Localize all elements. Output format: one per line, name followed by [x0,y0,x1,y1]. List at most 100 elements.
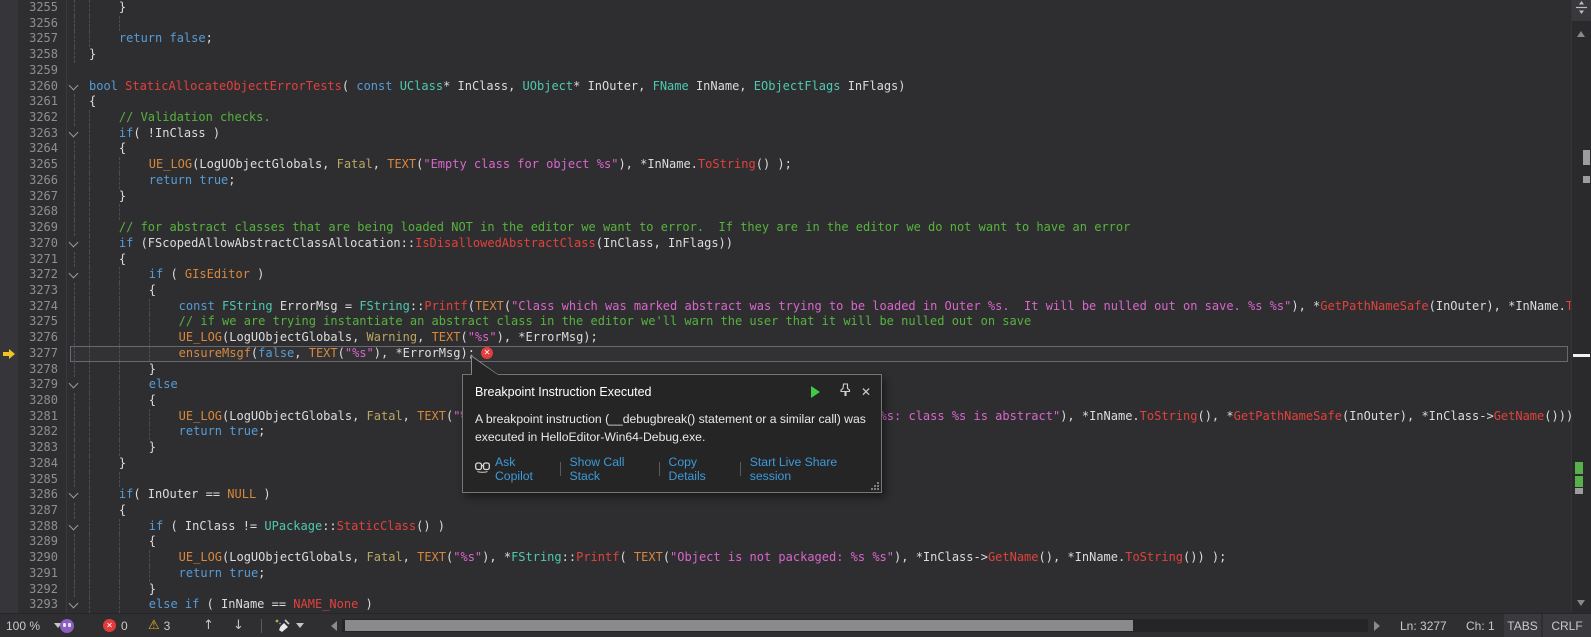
code-line-3265[interactable]: 3265UE_LOG(LogUObjectGlobals, Fatal, TEX… [0,157,1591,173]
code-line-3263[interactable]: 3263if( !InClass ) [0,126,1591,142]
pin-icon[interactable] [840,383,851,401]
split-editor-handle[interactable] [1572,0,1591,21]
code-line-3258[interactable]: 3258} [0,47,1591,63]
breakpoint-margin[interactable] [0,189,18,205]
code-line-3272[interactable]: 3272if ( GIsEditor ) [0,267,1591,283]
breakpoint-margin[interactable] [0,566,18,582]
breakpoint-margin[interactable] [0,204,18,220]
execution-arrow-icon[interactable] [0,346,18,362]
breakpoint-margin[interactable] [0,47,18,63]
breakpoint-margin[interactable] [0,550,18,566]
breakpoint-margin[interactable] [0,582,18,598]
scroll-up-arrow[interactable] [1577,27,1585,37]
breakpoint-margin[interactable] [0,362,18,378]
indent-mode-toggle[interactable]: TABS [1504,614,1541,637]
line-ending-toggle[interactable]: CRLF [1543,614,1591,637]
code-line-3261[interactable]: 3261{ [0,94,1591,110]
code-line-3292[interactable]: 3292} [0,582,1591,598]
prev-issue-button[interactable]: ↑ [203,614,214,637]
breakpoint-margin[interactable] [0,487,18,503]
breakpoint-margin[interactable] [0,283,18,299]
breakpoint-margin[interactable] [0,16,18,32]
breakpoint-margin[interactable] [0,157,18,173]
breakpoint-margin[interactable] [0,141,18,157]
breakpoint-margin[interactable] [0,456,18,472]
breakpoint-margin[interactable] [0,534,18,550]
horizontal-scrollbar[interactable] [342,619,1368,632]
breakpoint-margin[interactable] [0,31,18,47]
breakpoint-margin[interactable] [0,393,18,409]
code-line-3290[interactable]: 3290UE_LOG(LogUObjectGlobals, Fatal, TEX… [0,550,1591,566]
code-editor[interactable]: 3255}32563257return false;3258}32593260b… [0,0,1591,614]
code-line-3270[interactable]: 3270if (FScopedAllowAbstractClassAllocat… [0,236,1591,252]
code-line-3291[interactable]: 3291return true; [0,566,1591,582]
code-line-3260[interactable]: 3260bool StaticAllocateObjectErrorTests(… [0,79,1591,95]
start-live-share-link[interactable]: Start Live Share session [750,455,869,483]
breakpoint-margin[interactable] [0,94,18,110]
code-line-3273[interactable]: 3273{ [0,283,1591,299]
fold-chevron-icon[interactable] [58,519,89,535]
breakpoint-margin[interactable] [0,299,18,315]
code-line-3266[interactable]: 3266return true; [0,173,1591,189]
fold-chevron-icon[interactable] [58,236,89,252]
copilot-status-icon[interactable] [60,614,74,637]
code-line-3267[interactable]: 3267} [0,189,1591,205]
code-line-3256[interactable]: 3256 [0,16,1591,32]
copy-details-link[interactable]: Copy Details [669,455,731,483]
code-line-3276[interactable]: 3276UE_LOG(LogUObjectGlobals, Warning, T… [0,330,1591,346]
code-line-3287[interactable]: 3287{ [0,503,1591,519]
code-line-3257[interactable]: 3257return false; [0,31,1591,47]
resize-grip[interactable] [871,482,879,490]
breakpoint-margin[interactable] [0,597,18,613]
fold-chevron-icon[interactable] [58,487,89,503]
fold-chevron-icon[interactable] [58,597,89,613]
code-line-3277[interactable]: 3277ensureMsgf(false, TEXT("%s"), *Error… [0,346,1591,362]
breakpoint-margin[interactable] [0,472,18,488]
breakpoint-margin[interactable] [0,236,18,252]
breakpoint-margin[interactable] [0,424,18,440]
fold-chevron-icon[interactable] [58,267,89,283]
breakpoint-margin[interactable] [0,0,18,16]
code-line-3289[interactable]: 3289{ [0,534,1591,550]
code-line-3271[interactable]: 3271{ [0,252,1591,268]
code-line-3264[interactable]: 3264{ [0,141,1591,157]
show-call-stack-link[interactable]: Show Call Stack [570,455,650,483]
fold-chevron-icon[interactable] [58,79,89,95]
code-line-3288[interactable]: 3288if ( InClass != UPackage::StaticClas… [0,519,1591,535]
breakpoint-margin[interactable] [0,267,18,283]
breakpoint-margin[interactable] [0,79,18,95]
fold-chevron-icon[interactable] [58,377,89,393]
breakpoint-margin[interactable] [0,409,18,425]
breakpoint-margin[interactable] [0,220,18,236]
scroll-right-arrow[interactable] [1374,614,1385,637]
code-line-3269[interactable]: 3269// for abstract classes that are bei… [0,220,1591,236]
continue-play-icon[interactable] [811,386,826,398]
code-line-3268[interactable]: 3268 [0,204,1591,220]
scroll-left-arrow[interactable] [326,614,337,637]
breakpoint-margin[interactable] [0,440,18,456]
breakpoint-margin[interactable] [0,110,18,126]
breakpoint-margin[interactable] [0,519,18,535]
breakpoint-margin[interactable] [0,503,18,519]
breakpoint-margin[interactable] [0,330,18,346]
code-line-3275[interactable]: 3275// if we are trying instantiate an a… [0,314,1591,330]
next-issue-button[interactable]: ↓ [233,614,244,637]
breakpoint-margin[interactable] [0,252,18,268]
vertical-scrollbar[interactable] [1571,0,1591,614]
code-line-3262[interactable]: 3262// Validation checks. [0,110,1591,126]
close-icon[interactable]: ✕ [861,385,871,399]
code-line-3259[interactable]: 3259 [0,63,1591,79]
ask-copilot-link[interactable]: Ask Copilot [495,455,551,483]
breakpoint-margin[interactable] [0,63,18,79]
breakpoint-popup[interactable]: Breakpoint Instruction Executed ✕ A brea… [462,374,882,493]
scroll-down-arrow[interactable] [1577,600,1585,610]
code-cleanup-button[interactable] [274,614,304,637]
warning-count-button[interactable]: ⚠ 3 [148,614,170,637]
code-line-3293[interactable]: 3293else if ( InName == NAME_None ) [0,597,1591,613]
zoom-control[interactable]: 100 % [6,614,62,637]
breakpoint-margin[interactable] [0,377,18,393]
code-line-3255[interactable]: 3255} [0,0,1591,16]
error-count-button[interactable]: ✕ 0 [103,614,128,637]
fold-chevron-icon[interactable] [58,126,89,142]
breakpoint-margin[interactable] [0,314,18,330]
